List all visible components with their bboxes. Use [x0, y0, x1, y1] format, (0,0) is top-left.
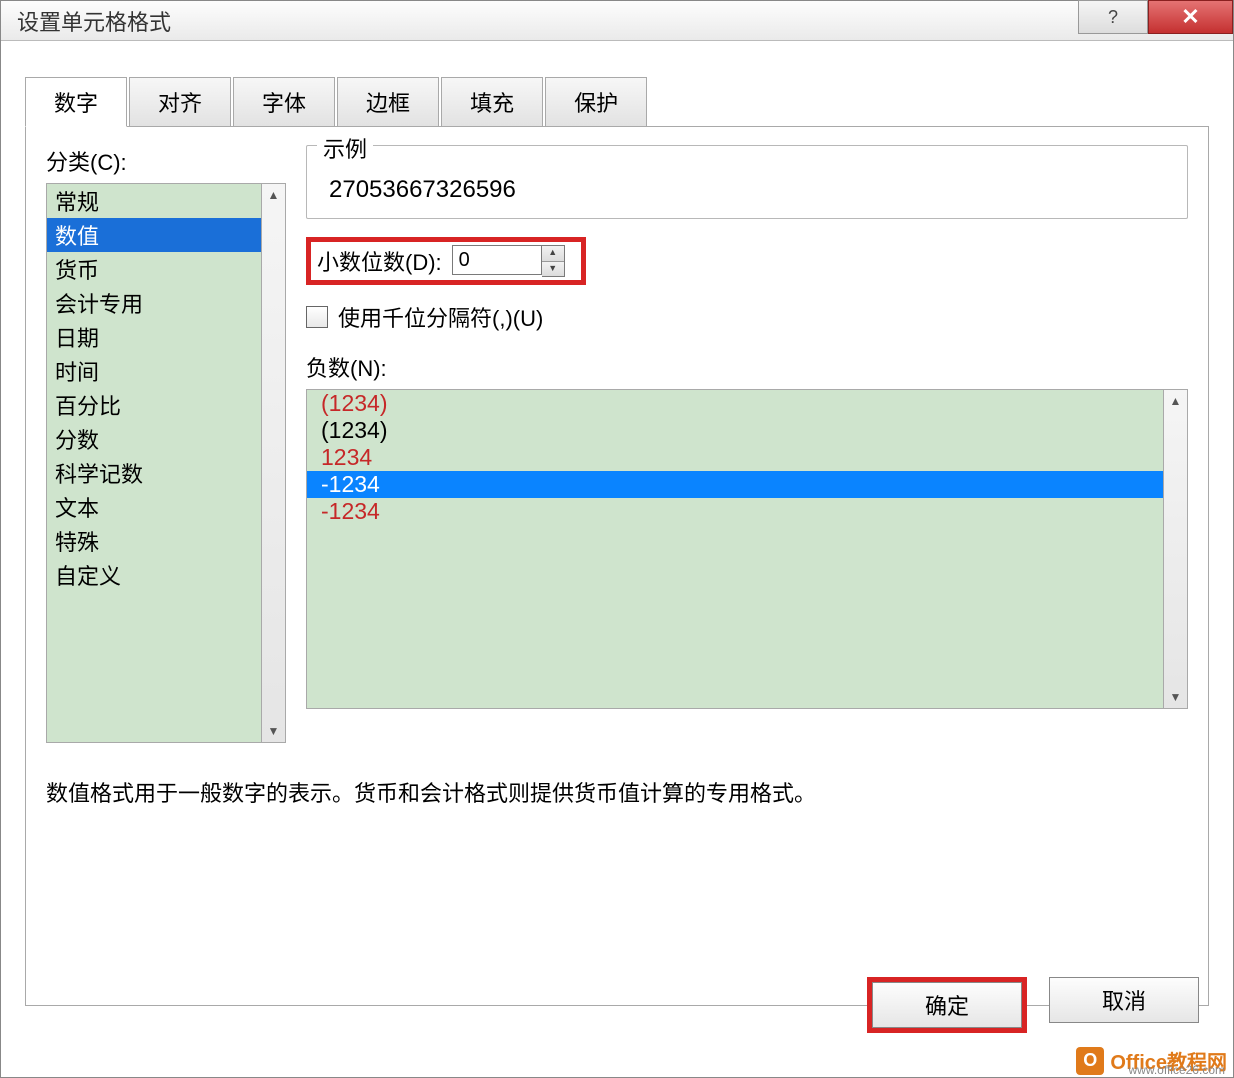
decimal-places-label: 小数位数(D):: [317, 245, 442, 277]
help-button[interactable]: ?: [1078, 0, 1148, 34]
list-item-label: 货币: [55, 258, 99, 283]
list-item-label: 特殊: [55, 530, 99, 555]
negative-item-selected[interactable]: -1234: [307, 471, 1163, 498]
titlebar-buttons: ? ✕: [1078, 0, 1233, 34]
list-item-label: 文本: [55, 496, 99, 521]
list-item-label: 日期: [55, 326, 99, 351]
tab-strip: 数字 对齐 字体 边框 填充 保护: [25, 77, 1209, 127]
tab-protection[interactable]: 保护: [545, 77, 647, 127]
spinner-down-button[interactable]: ▼: [542, 261, 564, 276]
category-item-currency[interactable]: 货币: [47, 252, 261, 286]
category-item-text[interactable]: 文本: [47, 490, 261, 524]
button-label: 取消: [1102, 984, 1146, 1016]
tab-label: 保护: [574, 91, 618, 116]
scroll-down-icon[interactable]: ▼: [1164, 686, 1187, 708]
tab-panel-number: 分类(C): 常规 数值 货币 会计专用 日期 时间 百分比 分数 科学记数: [25, 126, 1209, 1006]
decimal-places-input[interactable]: [452, 245, 542, 275]
negative-items: (1234) (1234) 1234 -1234 -1234: [307, 390, 1163, 708]
dialog-window: 设置单元格格式 ? ✕ 数字 对齐 字体 边框 填充 保护 分类(C): 常规: [0, 0, 1234, 1078]
decimal-places-row: 小数位数(D): ▲ ▼: [306, 237, 586, 285]
example-legend: 示例: [317, 132, 373, 164]
list-item-label: 分数: [55, 428, 99, 453]
tab-label: 对齐: [158, 91, 202, 116]
tab-label: 数字: [54, 91, 98, 116]
list-item-label: 1234: [321, 444, 372, 470]
dialog-footer: 确定 取消: [867, 977, 1199, 1033]
list-item-label: 会计专用: [55, 292, 143, 317]
window-title: 设置单元格格式: [17, 5, 171, 37]
negative-item[interactable]: 1234: [307, 444, 1163, 471]
watermark-url: www.office26.com: [1129, 1063, 1226, 1077]
tab-number[interactable]: 数字: [25, 77, 127, 127]
list-item-label: 科学记数: [55, 462, 143, 487]
category-item-scientific[interactable]: 科学记数: [47, 456, 261, 490]
category-item-percentage[interactable]: 百分比: [47, 388, 261, 422]
tab-font[interactable]: 字体: [233, 77, 335, 127]
thousands-separator-row: 使用千位分隔符(,)(U): [306, 301, 1188, 333]
list-item-label: 数值: [55, 224, 99, 249]
category-item-special[interactable]: 特殊: [47, 524, 261, 558]
list-item-label: 时间: [55, 360, 99, 385]
format-description: 数值格式用于一般数字的表示。货币和会计格式则提供货币值计算的专用格式。: [46, 777, 1188, 810]
cancel-button[interactable]: 取消: [1049, 977, 1199, 1023]
category-item-general[interactable]: 常规: [47, 184, 261, 218]
decimal-places-spinner: ▲ ▼: [452, 245, 565, 277]
list-item-label: 自定义: [55, 564, 121, 589]
watermark: O Office教程网 www.office26.com: [1076, 1046, 1227, 1075]
scroll-up-icon[interactable]: ▲: [262, 184, 285, 206]
negative-numbers-label: 负数(N):: [306, 351, 1188, 383]
scroll-up-icon[interactable]: ▲: [1164, 390, 1187, 412]
category-item-accounting[interactable]: 会计专用: [47, 286, 261, 320]
list-item-label: (1234): [321, 390, 387, 416]
category-items: 常规 数值 货币 会计专用 日期 时间 百分比 分数 科学记数 文本 特殊 自定…: [47, 184, 261, 742]
category-scrollbar[interactable]: ▲ ▼: [261, 184, 285, 742]
negative-item[interactable]: (1234): [307, 390, 1163, 417]
example-value: 27053667326596: [325, 176, 1169, 204]
tab-border[interactable]: 边框: [337, 77, 439, 127]
negative-numbers-listbox[interactable]: (1234) (1234) 1234 -1234 -1234 ▲ ▼: [306, 389, 1188, 709]
negative-scrollbar[interactable]: ▲ ▼: [1163, 390, 1187, 708]
tab-fill[interactable]: 填充: [441, 77, 543, 127]
category-listbox[interactable]: 常规 数值 货币 会计专用 日期 时间 百分比 分数 科学记数 文本 特殊 自定…: [46, 183, 286, 743]
spinner-buttons: ▲ ▼: [542, 245, 565, 277]
category-item-time[interactable]: 时间: [47, 354, 261, 388]
tab-alignment[interactable]: 对齐: [129, 77, 231, 127]
tab-label: 填充: [470, 91, 514, 116]
category-item-number[interactable]: 数值: [47, 218, 261, 252]
list-item-label: -1234: [321, 471, 380, 497]
category-label: 分类(C):: [46, 145, 286, 177]
list-item-label: -1234: [321, 498, 380, 524]
ok-button[interactable]: 确定: [872, 982, 1022, 1028]
tab-label: 边框: [366, 91, 410, 116]
spinner-up-button[interactable]: ▲: [542, 246, 564, 261]
scroll-down-icon[interactable]: ▼: [262, 720, 285, 742]
negative-item[interactable]: (1234): [307, 417, 1163, 444]
list-item-label: 常规: [55, 190, 99, 215]
tab-label: 字体: [262, 91, 306, 116]
category-item-custom[interactable]: 自定义: [47, 558, 261, 592]
button-label: 确定: [925, 989, 969, 1021]
close-button[interactable]: ✕: [1148, 0, 1233, 34]
negative-item[interactable]: -1234: [307, 498, 1163, 525]
thousands-separator-checkbox[interactable]: [306, 306, 328, 328]
office-logo-icon: O: [1076, 1047, 1104, 1075]
list-item-label: (1234): [321, 417, 387, 443]
ok-button-highlight: 确定: [867, 977, 1027, 1033]
list-item-label: 百分比: [55, 394, 121, 419]
category-item-date[interactable]: 日期: [47, 320, 261, 354]
example-frame: 示例 27053667326596: [306, 145, 1188, 219]
dialog-body: 数字 对齐 字体 边框 填充 保护 分类(C): 常规 数值 货币 会计专用: [1, 41, 1233, 1077]
thousands-separator-label: 使用千位分隔符(,)(U): [338, 301, 543, 333]
titlebar: 设置单元格格式 ? ✕: [1, 1, 1233, 41]
category-item-fraction[interactable]: 分数: [47, 422, 261, 456]
